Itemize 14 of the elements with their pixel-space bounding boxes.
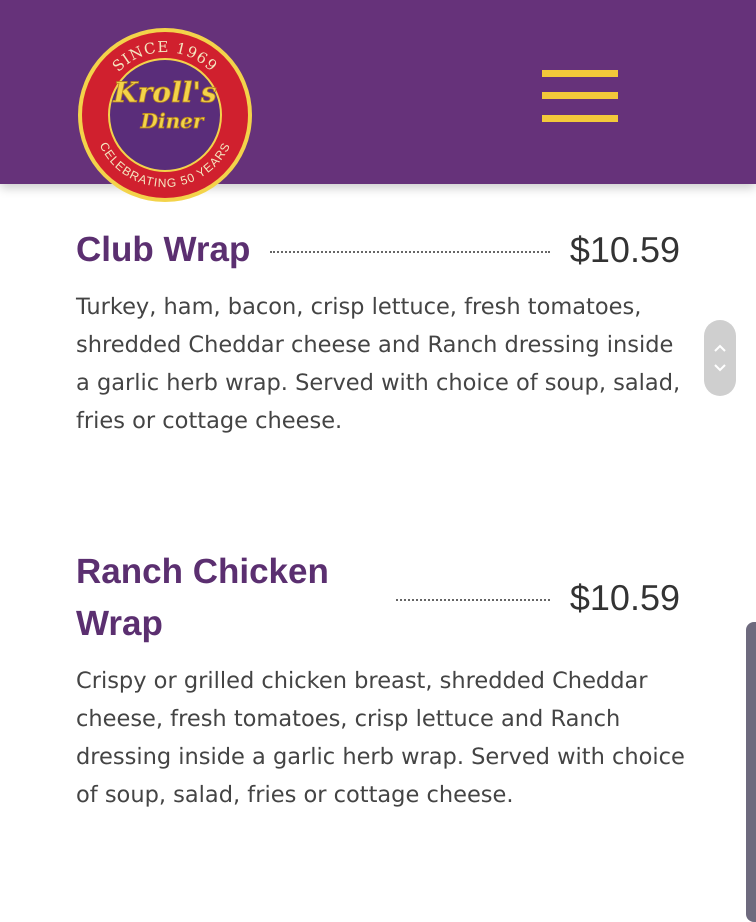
item-name: Ranch Chicken Wrap xyxy=(76,551,330,645)
scroll-control[interactable] xyxy=(704,320,736,396)
item-name: Club Wrap xyxy=(76,229,250,271)
logo-subname: Diner xyxy=(140,109,204,133)
page-scrollbar[interactable] xyxy=(746,622,756,922)
menu-icon xyxy=(542,70,618,122)
item-description: Crispy or grilled chicken breast, shredded Cheddar cheese, fresh tomatoes, crisp lettuce and Ranch dressing inside a garlic herb wrap. Served with choice of soup, salad, fries or cottage cheese. xyxy=(76,667,686,810)
menu-button[interactable] xyxy=(542,70,618,122)
item-price: $10.59 xyxy=(570,229,680,271)
chevron-down-icon xyxy=(714,364,726,372)
item-description: Turkey, ham, bacon, crisp lettuce, fresh tomatoes, shredded Cheddar cheese and Ranch dressing inside a garlic herb wrap. Served with choice of soup, salad, fries or cottage cheese. xyxy=(76,293,682,436)
chevron-up-icon xyxy=(714,344,726,352)
item-price: $10.59 xyxy=(570,577,680,619)
logo-name: Kroll's xyxy=(113,76,217,109)
